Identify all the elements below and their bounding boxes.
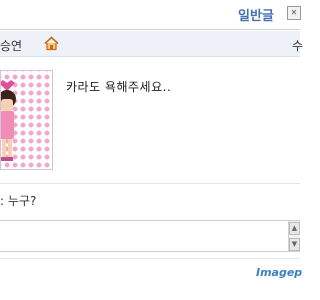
scroll-down-arrow-icon[interactable]: ▼ <box>289 238 300 251</box>
header-divider <box>0 29 300 30</box>
author-name[interactable]: 승연 <box>0 37 22 54</box>
avatar-figure <box>1 80 16 161</box>
post-type-label: 일반글 <box>238 9 274 24</box>
reply-textarea[interactable] <box>0 220 289 252</box>
home-icon[interactable] <box>44 36 59 51</box>
watermark-logo: Imagep <box>256 266 303 279</box>
scroll-up-arrow-icon[interactable]: ▲ <box>289 222 300 235</box>
reply-scrollbar[interactable]: ▲ ▼ <box>289 220 300 252</box>
post-header: 일반글 ✕ <box>0 0 301 30</box>
board-icon[interactable]: ✕ <box>287 6 301 20</box>
comment-text: : 누구? <box>0 194 37 208</box>
comment-divider <box>0 183 300 184</box>
post-meta-partial: 수 <box>292 39 304 53</box>
author-info-bar: 승연 수 <box>0 31 304 57</box>
avatar <box>0 70 53 170</box>
post-body-text: 카라도 욕해주세요.. <box>66 80 172 94</box>
footer-divider <box>0 258 300 259</box>
